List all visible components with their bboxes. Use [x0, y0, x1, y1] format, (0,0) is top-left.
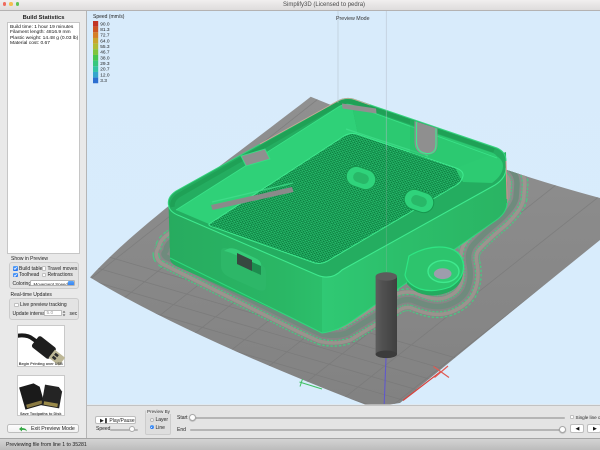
- svg-text:90.0: 90.0: [100, 21, 110, 27]
- svg-text:46.7: 46.7: [100, 49, 110, 55]
- svg-text:20.7: 20.7: [100, 66, 110, 72]
- svg-text:81.3: 81.3: [100, 27, 110, 33]
- svg-text:12.0: 12.0: [100, 72, 110, 78]
- svg-text:38.0: 38.0: [100, 55, 110, 61]
- svg-text:3.3: 3.3: [100, 78, 107, 84]
- svg-text:29.3: 29.3: [100, 61, 110, 67]
- svg-text:64.0: 64.0: [100, 38, 110, 44]
- svg-text:72.7: 72.7: [100, 32, 110, 38]
- svg-text:55.3: 55.3: [100, 44, 110, 50]
